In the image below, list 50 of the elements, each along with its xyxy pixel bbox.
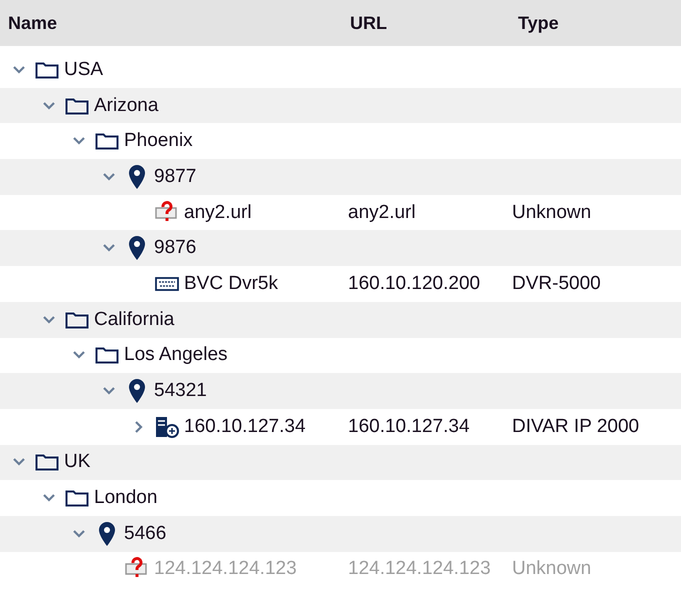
column-header[interactable]: Type [512, 12, 681, 34]
node-label[interactable]: Arizona [94, 94, 158, 117]
type-cell: Unknown [512, 558, 592, 580]
location-pin-icon [129, 236, 145, 260]
node-label[interactable]: BVC Dvr5k [184, 272, 278, 295]
url-cell: any2.url [348, 202, 416, 223]
collapse-chevron-icon[interactable] [73, 137, 85, 146]
folder-icon [65, 310, 89, 329]
folder-icon [65, 96, 89, 115]
collapse-chevron-icon[interactable] [43, 102, 55, 110]
url-cell: 124.124.124.123 [348, 558, 491, 580]
collapse-chevron-icon[interactable] [103, 244, 115, 252]
url-cell: 160.10.127.34 [348, 416, 470, 437]
collapse-chevron-icon[interactable] [43, 316, 55, 324]
folder-icon [65, 489, 89, 508]
column-header[interactable]: URL [342, 12, 512, 34]
collapse-chevron-icon[interactable] [13, 66, 25, 74]
location-pin-icon [129, 379, 145, 404]
node-label[interactable]: Los Angeles [124, 344, 228, 366]
folder-icon [95, 346, 119, 364]
node-label[interactable]: 9876 [154, 237, 196, 260]
collapse-chevron-icon[interactable] [103, 387, 115, 396]
node-label[interactable]: USA [64, 58, 104, 81]
location-pin-icon [99, 522, 115, 546]
node-label[interactable]: 54321 [154, 380, 207, 402]
type-cell: DIVAR IP 2000 [512, 416, 640, 437]
url-cell: 160.10.120.200 [348, 272, 480, 294]
collapse-chevron-icon[interactable] [73, 530, 85, 538]
node-label[interactable]: London [94, 487, 158, 510]
node-label[interactable]: Phoenix [124, 130, 193, 152]
folder-icon [35, 453, 59, 472]
collapse-chevron-icon[interactable] [73, 351, 85, 360]
location-pin-icon [129, 164, 145, 189]
node-label[interactable]: UK [64, 451, 90, 474]
collapse-chevron-icon[interactable] [13, 458, 25, 466]
type-cell: DVR-5000 [512, 272, 601, 294]
node-label[interactable]: any2.url [184, 202, 252, 224]
server-icon [155, 416, 179, 438]
folder-icon [95, 132, 119, 150]
node-label[interactable]: 5466 [124, 522, 166, 545]
collapse-chevron-icon[interactable] [43, 494, 55, 502]
recorder-icon [155, 276, 179, 292]
collapse-chevron-icon[interactable] [103, 172, 115, 181]
column-header[interactable]: Name [0, 12, 342, 34]
folder-icon [35, 60, 59, 79]
node-label[interactable]: 160.10.127.34 [184, 416, 306, 438]
node-label[interactable]: California [94, 308, 174, 331]
node-label[interactable]: 9877 [154, 166, 196, 188]
type-cell: Unknown [512, 202, 592, 223]
expand-chevron-icon[interactable] [135, 420, 143, 433]
